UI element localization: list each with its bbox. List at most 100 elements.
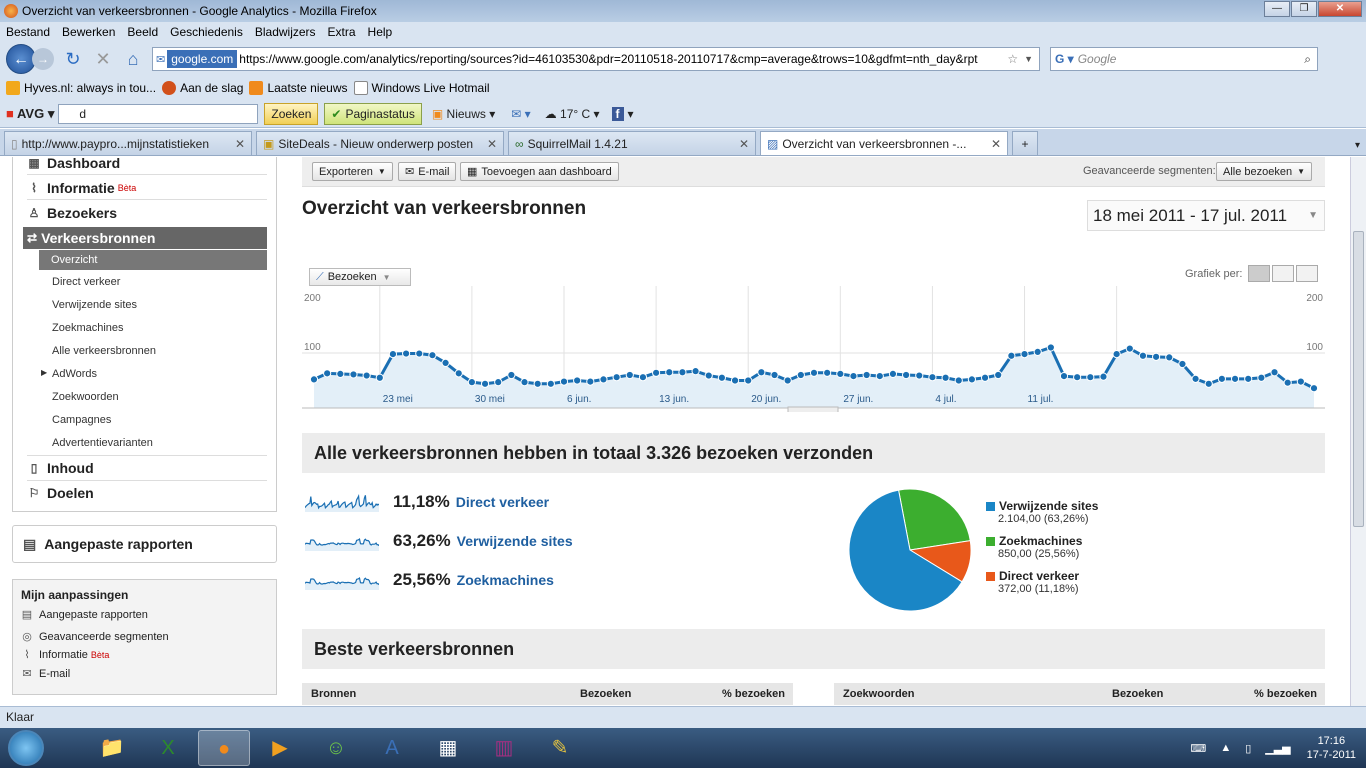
metric-select[interactable]: ⟋ Bezoeken ▼ bbox=[309, 268, 411, 286]
data-point[interactable] bbox=[665, 368, 674, 377]
site-identity-icon[interactable]: ✉ bbox=[156, 53, 165, 66]
tab-close-icon[interactable]: ✕ bbox=[235, 137, 245, 151]
sidebar-sub-verwijzende-sites[interactable]: Verwijzende sites bbox=[52, 299, 137, 311]
data-point[interactable] bbox=[980, 373, 990, 382]
data-point[interactable] bbox=[349, 370, 358, 379]
date-range-picker[interactable]: 18 mei 2011 - 17 jul. 2011 ▼ bbox=[1087, 200, 1325, 231]
column-header-bronnen[interactable]: Bronnen bbox=[311, 688, 356, 700]
tab-list-icon[interactable]: ▾ bbox=[1355, 140, 1360, 151]
zoeken-button[interactable]: Zoeken bbox=[264, 102, 319, 125]
data-point[interactable] bbox=[902, 370, 911, 380]
data-point[interactable] bbox=[809, 368, 819, 377]
keyboard-icon[interactable]: ⌨ bbox=[1190, 742, 1206, 755]
sidebar-sub-overzicht[interactable]: Overzicht bbox=[39, 250, 267, 270]
mail-icon[interactable]: ✉ ▾ bbox=[511, 107, 530, 121]
data-point[interactable] bbox=[770, 370, 779, 380]
sidebar-item-verkeersbronnen[interactable]: ⇄ Verkeersbronnen bbox=[23, 227, 267, 249]
menu-extra[interactable]: Extra bbox=[328, 25, 356, 39]
data-point[interactable] bbox=[1099, 372, 1108, 381]
start-button[interactable] bbox=[8, 730, 44, 766]
data-point[interactable] bbox=[323, 369, 332, 378]
bookmark-hotmail[interactable]: Windows Live Hotmail bbox=[353, 81, 490, 95]
power-icon[interactable]: ▯ bbox=[1245, 742, 1251, 755]
nieuws-button[interactable]: ▣ Nieuws ▾ bbox=[432, 107, 495, 121]
data-point[interactable] bbox=[915, 371, 924, 380]
data-point[interactable] bbox=[599, 375, 608, 384]
data-point[interactable] bbox=[336, 369, 345, 379]
data-point[interactable] bbox=[612, 373, 621, 382]
data-point[interactable] bbox=[744, 376, 753, 385]
forward-button[interactable]: → bbox=[32, 48, 54, 70]
maximize-button[interactable]: ❐ bbox=[1291, 1, 1317, 17]
pie-slice-zoekmachines[interactable] bbox=[897, 488, 971, 551]
tab-close-icon[interactable]: ✕ bbox=[991, 137, 1001, 151]
data-point[interactable] bbox=[309, 375, 319, 384]
exporteren-button[interactable]: Exporteren ▼ bbox=[312, 162, 393, 181]
minimize-button[interactable]: — bbox=[1264, 1, 1290, 17]
data-point[interactable] bbox=[1059, 372, 1069, 381]
data-point[interactable] bbox=[1020, 350, 1029, 359]
data-point[interactable] bbox=[441, 358, 450, 368]
graph-per-month-button[interactable] bbox=[1296, 265, 1319, 282]
tab-squirrelmail[interactable]: ∞ SquirrelMail 1.4.21 ✕ bbox=[508, 131, 756, 155]
mijn-item-geavanceerde-segmenten[interactable]: ◎ Geavanceerde segmenten bbox=[21, 630, 168, 644]
tab-sitedeals[interactable]: ▣ SiteDeals - Nieuw onderwerp posten ✕ bbox=[256, 131, 504, 155]
mijn-item-email[interactable]: ✉ E-mail bbox=[21, 667, 70, 681]
menu-geschiedenis[interactable]: Geschiedenis bbox=[170, 25, 243, 39]
graph-per-day-button[interactable] bbox=[1248, 265, 1271, 282]
data-point[interactable] bbox=[480, 379, 490, 388]
tab-google-analytics[interactable]: ▨ Overzicht van verkeersbronnen -... ✕ bbox=[760, 131, 1008, 155]
data-point[interactable] bbox=[796, 370, 805, 380]
data-point[interactable] bbox=[849, 372, 858, 381]
menu-help[interactable]: Help bbox=[368, 25, 393, 39]
excel-taskbar-icon[interactable]: X bbox=[142, 730, 194, 766]
data-point[interactable] bbox=[467, 378, 476, 387]
data-point[interactable] bbox=[836, 369, 845, 379]
data-point[interactable] bbox=[402, 349, 411, 358]
facebook-dropdown-icon[interactable]: ▾ bbox=[628, 107, 634, 121]
paginastatus-button[interactable]: ✔ Paginastatus bbox=[324, 102, 422, 125]
url-dropdown-icon[interactable]: ▼ bbox=[1024, 54, 1033, 64]
data-point[interactable] bbox=[1073, 373, 1082, 382]
summary-link[interactable]: Verwijzende sites bbox=[457, 533, 573, 549]
tab-paypro[interactable]: ▯ http://www.paypro...mijnstatistieken ✕ bbox=[4, 131, 252, 155]
data-point[interactable] bbox=[823, 368, 832, 377]
sidebar-item-doelen[interactable]: ⚐ Doelen bbox=[27, 485, 94, 501]
data-point[interactable] bbox=[428, 351, 437, 360]
url-bar[interactable]: ✉ google.com https://www.google.com/anal… bbox=[152, 47, 1040, 71]
site-identity-badge[interactable]: google.com bbox=[167, 50, 238, 68]
menu-bladwijzers[interactable]: Bladwijzers bbox=[255, 25, 316, 39]
data-point[interactable] bbox=[415, 349, 424, 358]
winrar-taskbar-icon[interactable]: ▥ bbox=[478, 730, 530, 766]
data-point[interactable] bbox=[1244, 374, 1253, 383]
messenger-taskbar-icon[interactable]: ☺ bbox=[310, 730, 362, 766]
data-point[interactable] bbox=[1007, 351, 1016, 360]
data-point[interactable] bbox=[533, 379, 542, 388]
search-bar[interactable]: G ▾ Google ⌕ bbox=[1050, 47, 1318, 71]
bookmark-hyves[interactable]: Hyves.nl: always in tou... bbox=[6, 81, 156, 95]
data-point[interactable] bbox=[1033, 347, 1042, 357]
bookmark-aan-de-slag[interactable]: Aan de slag bbox=[162, 81, 243, 95]
sidebar-sub-zoekwoorden[interactable]: Zoekwoorden bbox=[52, 391, 119, 403]
column-header-pct-bezoeken[interactable]: % bezoeken bbox=[1254, 688, 1317, 700]
new-tab-button[interactable]: + bbox=[1012, 131, 1038, 155]
data-point[interactable] bbox=[954, 376, 963, 385]
stop-icon[interactable]: ✕ bbox=[92, 48, 114, 70]
clock[interactable]: 17:16 17-7-2011 bbox=[1307, 734, 1356, 762]
firefox-taskbar-icon[interactable]: ● bbox=[198, 730, 250, 766]
mijn-item-aangepaste-rapporten[interactable]: ▤ Aangepaste rapporten bbox=[21, 608, 148, 622]
data-point[interactable] bbox=[1138, 351, 1148, 360]
close-window-button[interactable]: ✕ bbox=[1318, 1, 1362, 17]
sidebar-item-inhoud[interactable]: ▯ Inhoud bbox=[27, 460, 94, 476]
tab-close-icon[interactable]: ✕ bbox=[487, 137, 497, 151]
explorer-taskbar-icon[interactable]: 📁 bbox=[86, 730, 138, 766]
vertical-scrollbar[interactable] bbox=[1350, 157, 1366, 706]
custom-reports-box[interactable]: ▤ Aangepaste rapporten bbox=[12, 525, 277, 563]
data-point[interactable] bbox=[941, 373, 950, 382]
graph-per-week-button[interactable] bbox=[1272, 265, 1295, 282]
summary-link[interactable]: Zoekmachines bbox=[457, 572, 554, 588]
column-header-bezoeken[interactable]: Bezoeken bbox=[1112, 688, 1163, 700]
weather-widget[interactable]: ☁ 17° C ▾ bbox=[545, 107, 600, 121]
network-icon[interactable]: ▁▃▅ bbox=[1265, 742, 1290, 755]
bookmark-star-icon[interactable]: ☆ bbox=[1007, 52, 1018, 66]
